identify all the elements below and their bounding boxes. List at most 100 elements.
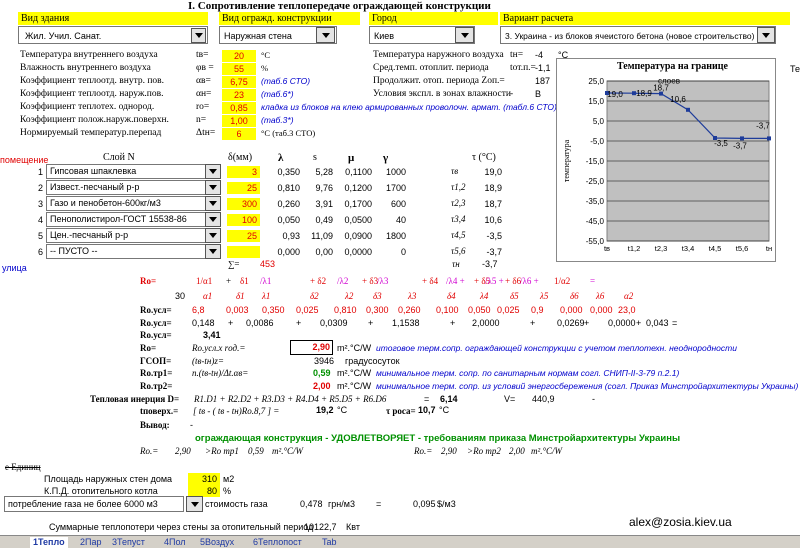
chevron-down-icon[interactable] [191, 28, 206, 43]
email[interactable]: alex@zosia.kiev.ua [629, 515, 732, 529]
tab-tab[interactable]: Tab [322, 537, 337, 548]
city-chevron-down-icon[interactable] [455, 27, 474, 43]
col-lambda-header: λ [278, 152, 284, 164]
tab-5vozduh[interactable]: 5Воздух [200, 537, 234, 548]
tab-3tepust[interactable]: 3Тепуст [112, 537, 145, 548]
chart-xtick-label: tв [604, 244, 610, 253]
variant-dropdown[interactable]: 3. Украина - из блоков ячеистого бетона … [500, 26, 776, 44]
building-type-dropdown[interactable]: Жил. Учил. Санат. [18, 26, 208, 44]
gas-dropdown[interactable]: потребление газа не более 6000 м3 [4, 496, 184, 512]
tab-2par[interactable]: 2Пар [80, 537, 102, 548]
param-right-label: Продолжит. отоп. периода Zоп.= [373, 76, 505, 86]
layer-tau-symbol: τ4,5 [451, 230, 466, 240]
tab-4pol[interactable]: 4Пол [164, 537, 186, 548]
page-title: I. Сопротивление теплопередаче ограждающ… [188, 0, 491, 12]
chart-ytick-label: -35,0 [586, 197, 605, 206]
variant-chevron-down-icon[interactable] [757, 27, 775, 43]
layer-thickness-input[interactable]: 3 [227, 166, 260, 178]
chart-xtick-label: t5,6 [736, 244, 749, 253]
param-value-input[interactable]: 0,85 [222, 102, 256, 114]
param-value-input[interactable]: 20 [222, 50, 256, 62]
layer-tau-value: 10,6 [484, 215, 502, 225]
param-value-input[interactable]: 6 [222, 128, 256, 140]
param-label: Коэффициент теплотех. однород. [20, 102, 155, 112]
layer-dropdown[interactable]: Газо и пенобетон-600кг/м3 [46, 196, 206, 211]
layer-thickness-input[interactable]: 25 [227, 230, 260, 242]
tab-1teplo[interactable]: 1Тепло [30, 537, 68, 548]
formula-term: + δ6 [505, 276, 522, 286]
param-value-input[interactable]: 23 [222, 89, 256, 101]
param-right-label: Условия экспл. в зонах влажности [373, 89, 511, 99]
formula-term: + [226, 276, 232, 286]
gas-dropdown-value: потребление газа не более 6000 м3 [8, 499, 158, 509]
ro-usl-total-value: 3,41 [203, 330, 221, 340]
dew-value: 10,7 [418, 405, 436, 415]
param-value-input[interactable]: 6,75 [222, 76, 256, 88]
param-symbol: Δtн= [196, 128, 216, 138]
tab-6teplopost[interactable]: 6Теплопост [253, 537, 302, 548]
ro-main-value[interactable]: 2,90 [290, 340, 333, 355]
layer-thickness-input[interactable]: 100 [227, 214, 260, 226]
param-value-input[interactable]: 55 [222, 63, 256, 75]
chevron-down-icon[interactable] [205, 244, 221, 259]
param-value-input[interactable]: 1,00 [222, 115, 256, 127]
ro-usl-term: + [450, 318, 456, 328]
layer-thickness-input[interactable]: 300 [227, 198, 260, 210]
col-mu-header: μ [348, 152, 355, 164]
col-s-header: s [313, 152, 317, 163]
layer-name: Пенополистирол-ГОСТ 15538-86 [50, 214, 187, 224]
layer-lambda: 0,000 [277, 247, 300, 257]
param-symbol: n= [196, 115, 207, 125]
layer-dropdown[interactable]: -- ПУСТО -- [46, 244, 206, 259]
coef-symbol: δ1 [236, 291, 245, 301]
formula-term: /λ4 + [446, 276, 465, 286]
layer-tau-symbol: τ2,3 [451, 198, 466, 208]
layer-name: Газо и пенобетон-600кг/м3 [50, 198, 161, 208]
layer-name: Цен.-песчаный р-р [50, 230, 129, 240]
gas-cost-label: стоимость газа [205, 499, 268, 509]
param-unit: (таб.3*) [261, 115, 294, 125]
ro-tr1-note: минимальное терм. сопр. по санитарным но… [376, 368, 680, 378]
kpd-unit: % [223, 486, 232, 496]
wall-type-chevron-down-icon[interactable] [316, 27, 335, 43]
compare-ro2-unit: m².°C/W [531, 446, 563, 456]
ro-usl-term: + [636, 318, 642, 328]
ro-tr2-note: минимальное терм. сопр. из условий энерг… [376, 381, 799, 391]
layer-dropdown[interactable]: Извест.-песчаный р-р [46, 180, 206, 195]
variant-value: 3. Украина - из блоков ячеистого бетона … [505, 31, 755, 41]
chevron-down-icon[interactable] [205, 164, 221, 179]
area-input[interactable]: 310 [188, 473, 220, 485]
layer-dropdown[interactable]: Цен.-песчаный р-р [46, 228, 206, 243]
layer-s: 3,91 [315, 199, 333, 209]
area-unit: м2 [223, 474, 235, 484]
indoor-label: помещение [0, 155, 49, 165]
layer-thickness-input[interactable]: 25 [227, 182, 260, 194]
col-gamma-header: γ [383, 152, 389, 164]
ro-tr1-label: Ro.тр1= [140, 368, 173, 378]
chevron-down-icon[interactable] [205, 228, 221, 243]
chart-ytick-label: 15,0 [588, 97, 604, 106]
ro-usl-value: 0,100 [436, 305, 459, 315]
ro-usl-term: 0,0269 [557, 318, 585, 328]
ro-usl-term: 1,1538 [392, 318, 420, 328]
building-type-value: Жил. Учил. Санат. [25, 31, 102, 41]
chevron-down-icon[interactable] [205, 180, 221, 195]
layer-dropdown[interactable]: Пенополистирол-ГОСТ 15538-86 [46, 212, 206, 227]
param-right-symbol: tн= [510, 50, 524, 60]
compare-ro1-cmp: >Ro mp1 [205, 446, 239, 456]
ro-usl-value: 0,350 [262, 305, 285, 315]
chart-xtick-label: t2,3 [655, 244, 668, 253]
layer-dropdown[interactable]: Гипсовая шпаклевка [46, 164, 206, 179]
city-value: Киев [374, 31, 395, 41]
layer-mu: 0,0000 [344, 247, 372, 257]
layer-gamma: 0 [400, 247, 406, 257]
chevron-down-icon[interactable] [205, 212, 221, 227]
layer-tau-value: 18,9 [484, 183, 502, 193]
layer-thickness-input[interactable] [227, 246, 260, 258]
formula-term: + δ4 [422, 276, 439, 286]
chevron-down-icon[interactable] [205, 196, 221, 211]
gas-chevron-down-icon[interactable] [186, 496, 203, 512]
coef-symbol: δ6 [570, 291, 579, 301]
col-tau-header: τ (°C) [472, 152, 496, 163]
outdoor-label: улица [2, 263, 27, 273]
